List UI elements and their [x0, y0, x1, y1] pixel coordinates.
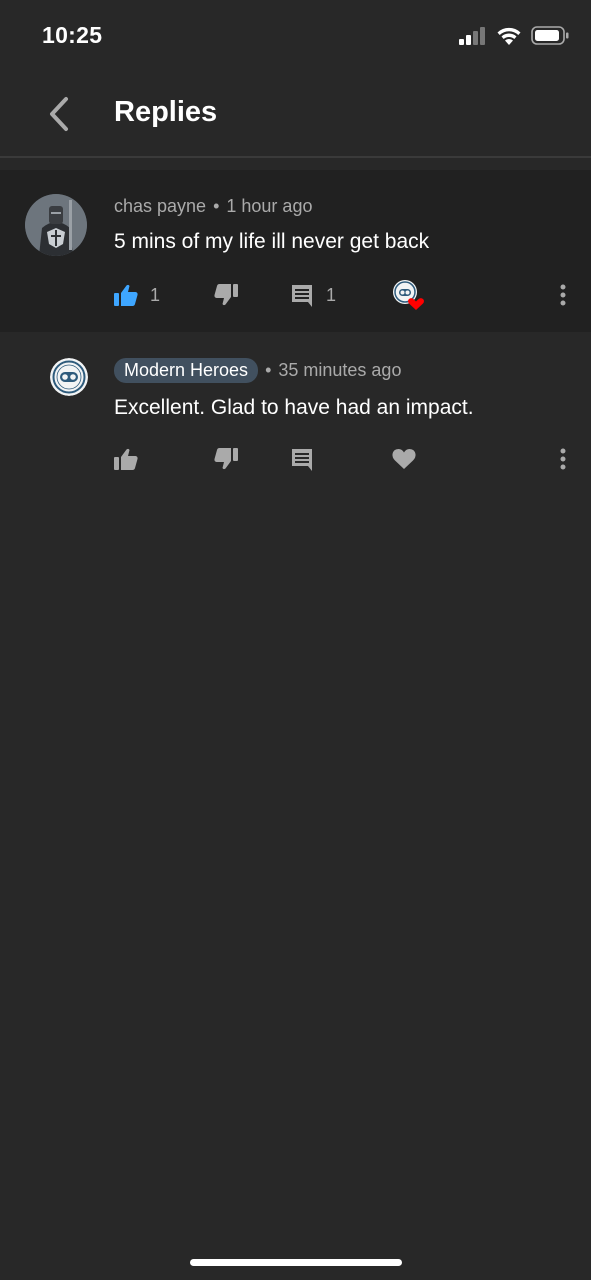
avatar[interactable]	[50, 358, 88, 396]
status-time: 10:25	[42, 22, 103, 48]
heart-button[interactable]	[392, 439, 416, 479]
like-count: 1	[150, 284, 161, 305]
dislike-button[interactable]	[214, 275, 238, 315]
channel-logo-icon	[50, 358, 88, 396]
reply-comment: Modern Heroes • 35 minutes ago Excellent…	[0, 340, 591, 490]
avatar[interactable]	[25, 194, 87, 256]
chevron-left-icon	[50, 97, 68, 131]
like-button[interactable]: 1	[114, 275, 160, 315]
comment-actions	[0, 439, 591, 479]
home-indicator[interactable]	[190, 1259, 402, 1266]
page-title: Replies	[114, 96, 218, 128]
reply-count: 1	[326, 284, 337, 305]
thumbs-up-icon	[114, 448, 138, 470]
dislike-button[interactable]	[214, 439, 238, 479]
header: Replies	[0, 72, 591, 158]
more-vert-icon	[560, 284, 566, 306]
comment-time: 35 minutes ago	[278, 360, 402, 380]
meta-separator: •	[265, 360, 272, 380]
comment-time: 1 hour ago	[226, 196, 313, 216]
creator-heart-icon	[393, 280, 424, 310]
back-button[interactable]	[38, 94, 78, 134]
meta-separator: •	[213, 196, 220, 216]
comment-meta: chas payne • 1 hour ago	[114, 196, 312, 217]
reply-button[interactable]: 1	[290, 275, 336, 315]
comment-icon	[292, 449, 312, 471]
more-options-button[interactable]	[552, 439, 574, 479]
like-button[interactable]	[114, 439, 138, 479]
heart-icon	[392, 449, 416, 469]
parent-comment: chas payne • 1 hour ago 5 mins of my lif…	[0, 170, 591, 332]
thumbs-up-icon	[114, 284, 138, 306]
comment-author[interactable]: chas payne	[114, 196, 206, 217]
comment-text: Excellent. Glad to have had an impact.	[114, 396, 474, 419]
more-options-button[interactable]	[552, 275, 574, 315]
battery-icon	[531, 26, 569, 45]
cellular-signal-icon	[459, 26, 485, 45]
status-bar: 10:25	[0, 0, 591, 72]
creator-heart-badge[interactable]	[392, 275, 426, 315]
comment-meta: Modern Heroes • 35 minutes ago	[114, 358, 401, 383]
more-vert-icon	[560, 448, 566, 470]
status-icons	[459, 26, 569, 45]
wifi-icon	[497, 27, 521, 45]
thumbs-down-icon	[214, 448, 238, 470]
comment-icon	[292, 285, 312, 307]
creator-author-badge[interactable]: Modern Heroes	[114, 358, 259, 383]
knight-avatar-icon	[25, 194, 87, 256]
comment-text: 5 mins of my life ill never get back	[114, 230, 430, 253]
comment-actions: 1 1	[0, 275, 591, 315]
reply-button[interactable]	[290, 439, 314, 479]
thumbs-down-icon	[214, 284, 238, 306]
